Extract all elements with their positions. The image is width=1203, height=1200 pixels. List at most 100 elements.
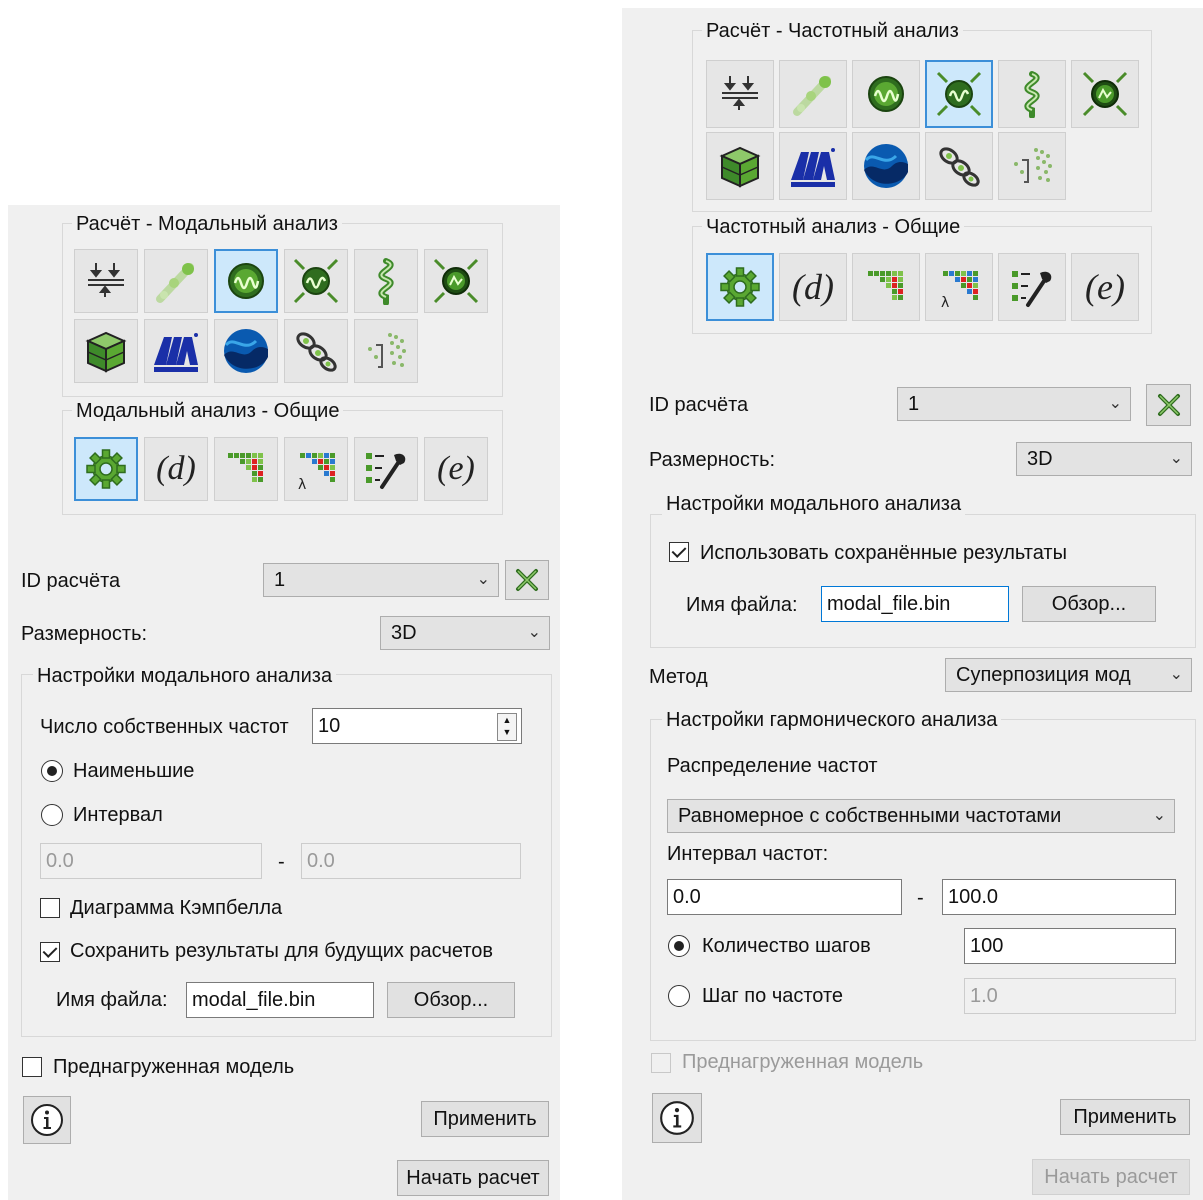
method-combo[interactable]: Суперпозиция мод ⌄ bbox=[945, 658, 1192, 692]
svg-text:λ: λ bbox=[941, 295, 949, 311]
supports-arrows-tool[interactable] bbox=[706, 60, 774, 128]
e-icon: (e) bbox=[437, 450, 475, 487]
dimension-combo[interactable]: 3D ⌄ bbox=[1016, 442, 1192, 476]
chain-links-tool[interactable] bbox=[925, 132, 993, 200]
gear-tool[interactable] bbox=[706, 253, 774, 321]
harmonic-wave-arrows-tool[interactable] bbox=[284, 249, 348, 313]
file-name-label: Имя файла: bbox=[686, 594, 798, 616]
start-calc-button[interactable]: Начать расчет bbox=[1032, 1159, 1190, 1195]
dots-scatter-icon bbox=[368, 333, 406, 368]
wave-sphere-tool[interactable] bbox=[214, 319, 278, 383]
cube-icon bbox=[719, 146, 761, 188]
dimension-combo[interactable]: 3D ⌄ bbox=[380, 616, 550, 650]
settings-tools-tool[interactable] bbox=[354, 437, 418, 501]
modal-settings-title: Настройки модального анализа bbox=[662, 492, 966, 516]
calc-id-value: 1 bbox=[908, 393, 920, 415]
modal-settings-box bbox=[650, 514, 1196, 648]
harmonic-wave-arrows-tool[interactable] bbox=[925, 60, 993, 128]
dots-scatter-tool[interactable] bbox=[998, 132, 1066, 200]
dots-scatter-tool[interactable] bbox=[354, 319, 418, 383]
file-name-label: Имя файла: bbox=[56, 989, 168, 1011]
gear-tool[interactable] bbox=[74, 437, 138, 501]
apply-button[interactable]: Применить bbox=[421, 1101, 549, 1137]
file-name-input[interactable]: modal_file.bin bbox=[186, 982, 374, 1018]
transient-arrows-tool[interactable] bbox=[424, 249, 488, 313]
campbell-checkbox[interactable] bbox=[40, 898, 60, 918]
d-tool[interactable]: (d) bbox=[144, 437, 208, 501]
calc-id-label: ID расчёта bbox=[649, 394, 749, 416]
freq-step-radio[interactable] bbox=[668, 985, 690, 1007]
matrix-icon bbox=[228, 453, 263, 482]
use-saved-checkbox[interactable] bbox=[669, 542, 689, 562]
browse-button[interactable]: Обзор... bbox=[387, 982, 515, 1018]
modal-wave-tool[interactable] bbox=[852, 60, 920, 128]
apply-button[interactable]: Применить bbox=[1060, 1099, 1190, 1135]
automechanica-tool[interactable] bbox=[779, 132, 847, 200]
lambda-matrix-tool[interactable]: λ bbox=[284, 437, 348, 501]
beam-elements-tool[interactable] bbox=[144, 249, 208, 313]
browse-button[interactable]: Обзор... bbox=[1022, 586, 1156, 622]
modal-wave-icon bbox=[228, 263, 264, 299]
file-name-value: modal_file.bin bbox=[192, 989, 316, 1011]
steps-count-value: 100 bbox=[970, 935, 1004, 957]
d-icon: (d) bbox=[156, 450, 196, 487]
file-name-input[interactable]: modal_file.bin bbox=[821, 586, 1009, 622]
cube-tool[interactable] bbox=[706, 132, 774, 200]
preloaded-checkbox[interactable] bbox=[651, 1053, 671, 1073]
preloaded-label: Преднагруженная модель bbox=[682, 1051, 924, 1073]
distribution-label: Распределение частот bbox=[667, 755, 878, 777]
chain-links-tool[interactable] bbox=[284, 319, 348, 383]
chain-links-icon bbox=[296, 332, 337, 372]
wave-sphere-tool[interactable] bbox=[852, 132, 920, 200]
beam-elements-icon bbox=[793, 76, 831, 116]
beam-elements-tool[interactable] bbox=[779, 60, 847, 128]
cube-tool[interactable] bbox=[74, 319, 138, 383]
pin-select-icon bbox=[516, 569, 538, 591]
steps-count-input[interactable]: 100 bbox=[964, 928, 1176, 964]
freq-to-input[interactable]: 100.0 bbox=[942, 879, 1176, 915]
spring-coil-tool[interactable] bbox=[998, 60, 1066, 128]
chevron-down-icon: ⌄ bbox=[476, 571, 490, 588]
select-calc-button[interactable] bbox=[505, 560, 549, 600]
eigen-count-spinner[interactable]: 10 ▲ ▼ bbox=[312, 708, 522, 744]
spinner-arrows-icon[interactable]: ▲ ▼ bbox=[497, 713, 517, 741]
interval-radio[interactable] bbox=[41, 804, 63, 826]
modal-settings-title: Настройки модального анализа bbox=[33, 664, 337, 688]
steps-count-radio[interactable] bbox=[668, 935, 690, 957]
calc-id-combo[interactable]: 1 ⌄ bbox=[897, 387, 1131, 421]
interval-from-input[interactable]: 0.0 bbox=[40, 843, 262, 879]
matrix-tool[interactable] bbox=[852, 253, 920, 321]
e-tool[interactable]: (e) bbox=[424, 437, 488, 501]
transient-arrows-tool[interactable] bbox=[1071, 60, 1139, 128]
freq-step-input[interactable]: 1.0 bbox=[964, 978, 1176, 1014]
start-calc-button[interactable]: Начать расчет bbox=[397, 1160, 549, 1196]
save-results-checkbox[interactable] bbox=[40, 942, 60, 962]
distribution-combo[interactable]: Равномерное с собственными частотами ⌄ bbox=[667, 799, 1175, 833]
matrix-tool[interactable] bbox=[214, 437, 278, 501]
select-calc-button[interactable] bbox=[1146, 384, 1191, 426]
freq-from-input[interactable]: 0.0 bbox=[667, 879, 902, 915]
automechanica-logo-icon bbox=[791, 148, 835, 187]
info-button[interactable] bbox=[652, 1093, 702, 1143]
wave-sphere-icon bbox=[224, 329, 268, 373]
smallest-radio[interactable] bbox=[41, 760, 63, 782]
preloaded-checkbox[interactable] bbox=[22, 1057, 42, 1077]
automechanica-logo-icon bbox=[154, 333, 198, 372]
info-button[interactable] bbox=[23, 1096, 71, 1144]
e-tool[interactable]: (e) bbox=[1071, 253, 1139, 321]
spring-coil-tool[interactable] bbox=[354, 249, 418, 313]
calc-id-combo[interactable]: 1 ⌄ bbox=[263, 563, 499, 597]
modal-wave-tool[interactable] bbox=[214, 249, 278, 313]
lambda-matrix-icon: λ bbox=[941, 271, 978, 311]
automechanica-tool[interactable] bbox=[144, 319, 208, 383]
distribution-value: Равномерное с собственными частотами bbox=[678, 805, 1062, 827]
interval-to-input[interactable]: 0.0 bbox=[301, 843, 521, 879]
pin-select-icon bbox=[1157, 394, 1180, 416]
settings-tools-tool[interactable] bbox=[998, 253, 1066, 321]
supports-arrows-icon bbox=[722, 76, 758, 110]
common-group-title: Частотный анализ - Общие bbox=[702, 215, 965, 239]
supports-arrows-tool[interactable] bbox=[74, 249, 138, 313]
lambda-matrix-tool[interactable]: λ bbox=[925, 253, 993, 321]
freq-from-value: 0.0 bbox=[673, 886, 701, 908]
d-tool[interactable]: (d) bbox=[779, 253, 847, 321]
